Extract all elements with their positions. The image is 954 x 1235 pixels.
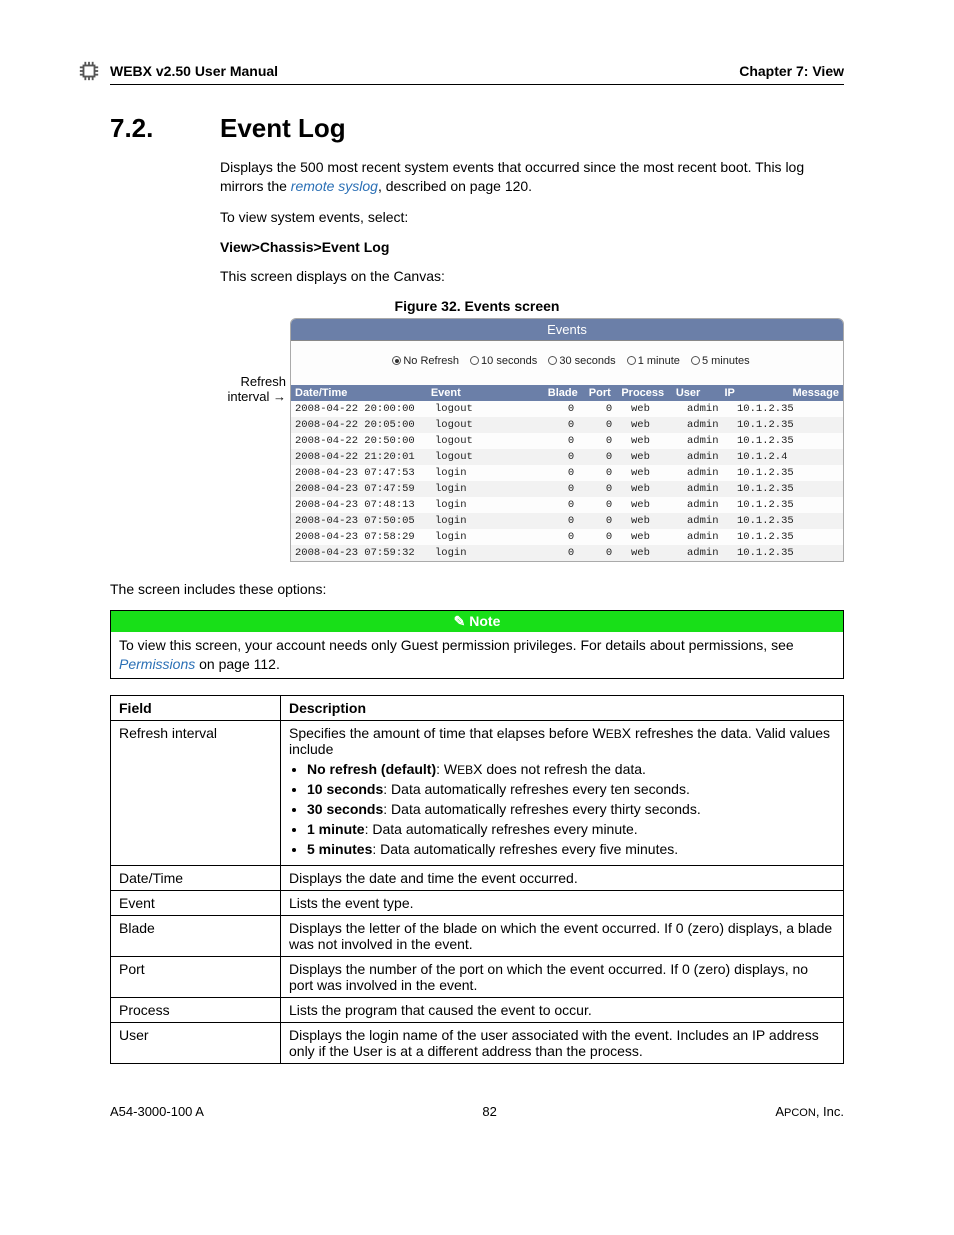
list-item: 5 minutes: Data automatically refreshes … — [307, 841, 835, 857]
section-number: 7.2. — [110, 113, 220, 144]
radio-30-seconds[interactable] — [548, 356, 557, 365]
arrow-right-icon: → — [273, 389, 286, 404]
table-row: 2008-04-23 07:59:32login00webadmin10.1.2… — [291, 545, 843, 561]
fields-table-header: Field Description — [111, 696, 844, 721]
radio-1-minute[interactable] — [627, 356, 636, 365]
table-row: 2008-04-22 20:00:00logout00webadmin10.1.… — [291, 401, 843, 417]
table-row: 2008-04-23 07:58:29login00webadmin10.1.2… — [291, 529, 843, 545]
figure-callout: Refresh interval → — [220, 318, 290, 404]
refresh-options-list: No refresh (default): WEBX does not refr… — [289, 761, 835, 857]
events-panel-title: Events — [291, 319, 843, 341]
header-left: WEBX v2.50 User Manual — [110, 63, 278, 79]
list-item: 1 minute: Data automatically refreshes e… — [307, 821, 835, 837]
header-right: Chapter 7: View — [739, 63, 844, 79]
table-row: PortDisplays the number of the port on w… — [111, 957, 844, 998]
table-row: Refresh interval Specifies the amount of… — [111, 721, 844, 866]
section-title: Event Log — [220, 113, 346, 144]
list-item: No refresh (default): WEBX does not refr… — [307, 761, 835, 777]
note-box: ✎ Note To view this screen, your account… — [110, 610, 844, 679]
options-intro: The screen includes these options: — [110, 580, 844, 599]
footer-page-number: 82 — [204, 1104, 775, 1119]
table-row: Date/TimeDisplays the date and time the … — [111, 866, 844, 891]
page-footer: A54-3000-100 A 82 APCON, Inc. — [110, 1104, 844, 1119]
list-item: 30 seconds: Data automatically refreshes… — [307, 801, 835, 817]
table-row: 2008-04-22 20:50:00logout00webadmin10.1.… — [291, 433, 843, 449]
note-icon: ✎ — [454, 613, 470, 629]
table-row: BladeDisplays the letter of the blade on… — [111, 916, 844, 957]
intro-paragraph-3: This screen displays on the Canvas: — [220, 267, 844, 286]
table-row: EventLists the event type. — [111, 891, 844, 916]
table-row: 2008-04-23 07:47:59login00webadmin10.1.2… — [291, 481, 843, 497]
table-row: ProcessLists the program that caused the… — [111, 998, 844, 1023]
remote-syslog-link[interactable]: remote syslog — [291, 178, 378, 194]
table-row: 2008-04-22 20:05:00logout00webadmin10.1.… — [291, 417, 843, 433]
intro-paragraph-2: To view system events, select: — [220, 208, 844, 227]
events-table-body: 2008-04-22 20:00:00logout00webadmin10.1.… — [291, 401, 843, 561]
nav-path: View>Chassis>Event Log — [220, 239, 844, 255]
table-row: 2008-04-23 07:50:05login00webadmin10.1.2… — [291, 513, 843, 529]
list-item: 10 seconds: Data automatically refreshes… — [307, 781, 835, 797]
radio-10-seconds[interactable] — [470, 356, 479, 365]
fields-table: Field Description Refresh interval Speci… — [110, 695, 844, 1064]
footer-right: APCON, Inc. — [775, 1104, 844, 1119]
section-heading: 7.2. Event Log — [110, 113, 844, 144]
events-panel: Events No Refresh 10 seconds 30 seconds … — [290, 318, 844, 562]
figure-caption: Figure 32. Events screen — [110, 298, 844, 314]
table-row: 2008-04-23 07:47:53login00webadmin10.1.2… — [291, 465, 843, 481]
radio-5-minutes[interactable] — [691, 356, 700, 365]
table-row: UserDisplays the login name of the user … — [111, 1023, 844, 1064]
events-table-header: Date/Time Event Blade Port Process User … — [291, 385, 843, 401]
footer-left: A54-3000-100 A — [110, 1104, 204, 1119]
note-body: To view this screen, your account needs … — [111, 632, 843, 678]
table-row: 2008-04-23 07:48:13login00webadmin10.1.2… — [291, 497, 843, 513]
radio-no-refresh[interactable] — [392, 356, 401, 365]
permissions-link[interactable]: Permissions — [119, 656, 195, 672]
table-row: 2008-04-22 21:20:01logout00webadmin10.1.… — [291, 449, 843, 465]
note-heading: ✎ Note — [111, 611, 843, 632]
refresh-interval-radios: No Refresh 10 seconds 30 seconds 1 minut… — [291, 341, 843, 385]
chip-icon — [78, 60, 100, 82]
page-header: WEBX v2.50 User Manual Chapter 7: View — [110, 60, 844, 85]
intro-paragraph-1: Displays the 500 most recent system even… — [220, 158, 844, 196]
